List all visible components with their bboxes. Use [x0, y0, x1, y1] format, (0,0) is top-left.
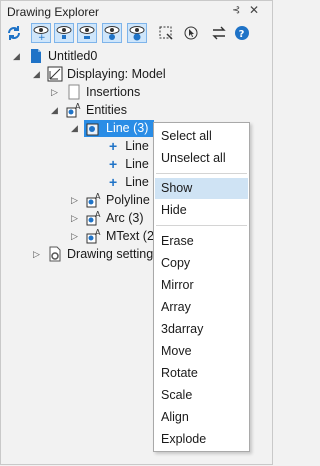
menu-item-explode[interactable]: Explode [155, 429, 248, 450]
collapse-icon[interactable]: ◢ [13, 51, 20, 62]
menu-item-select-all[interactable]: Select all [155, 126, 248, 147]
menu-item-copy[interactable]: Copy [155, 253, 248, 274]
menu-item-mirror[interactable]: Mirror [155, 275, 248, 296]
tree-item-line-group[interactable]: Line (3) [86, 119, 148, 137]
show-line-button[interactable] [77, 23, 97, 43]
plus-icon: + [109, 156, 118, 172]
tree-item-label: Line [125, 157, 149, 171]
menu-separator [156, 173, 247, 174]
tree-item-line[interactable]: + Line [109, 137, 149, 155]
tree-item-mtext[interactable]: A MText (2 [86, 227, 154, 245]
tree-item-label: Entities [86, 103, 127, 117]
collapse-icon[interactable]: ◢ [33, 69, 40, 80]
menu-item-scale[interactable]: Scale [155, 385, 248, 406]
panel-title: Drawing Explorer [7, 5, 100, 19]
pin-icon[interactable]: ⊰ [232, 5, 240, 16]
eye-all-icon [129, 26, 145, 41]
menu-item-show[interactable]: Show [155, 178, 248, 199]
eye-block-icon [104, 26, 120, 40]
line-entity-icon [86, 123, 99, 136]
menu-separator [156, 225, 247, 226]
tree-item-label: Polyline [106, 193, 150, 207]
show-point-button[interactable] [54, 23, 74, 43]
drawing-explorer-panel: Drawing Explorer ⊰ ✕ + ? ◢ Untitled0 ◢ D… [0, 0, 273, 465]
close-icon[interactable]: ✕ [249, 3, 259, 17]
swap-button[interactable] [209, 23, 229, 43]
context-menu: Select all Unselect all Show Hide Erase … [153, 122, 250, 452]
menu-item-unselect-all[interactable]: Unselect all [155, 148, 248, 169]
show-block-button[interactable] [102, 23, 122, 43]
select-window-button[interactable] [156, 23, 176, 43]
show-all-button[interactable] [127, 23, 147, 43]
help-icon: ? [235, 26, 249, 40]
refresh-icon [8, 26, 20, 40]
swap-arrows-icon [212, 26, 226, 40]
tree-item-insertions[interactable]: Insertions [66, 83, 140, 101]
toolbar: + ? [1, 23, 274, 47]
plus-icon: + [109, 138, 118, 154]
menu-item-rotate[interactable]: Rotate [155, 363, 248, 384]
tree-item-label: Displaying: Model [67, 67, 166, 81]
menu-item-array[interactable]: Array [155, 297, 248, 318]
eye-plus-icon: + [33, 26, 49, 41]
polyline-entity-icon: A [86, 192, 101, 208]
tree-item-label: Line [125, 139, 149, 153]
show-add-button[interactable]: + [31, 23, 51, 43]
collapse-icon[interactable]: ◢ [71, 123, 78, 134]
tree-item-arc[interactable]: A Arc (3) [86, 209, 144, 227]
tree-item-displaying[interactable]: Displaying: Model [47, 65, 166, 83]
arc-entity-icon: A [86, 210, 101, 226]
tree-item-label: Arc (3) [106, 211, 144, 225]
mtext-entity-icon: A [86, 228, 101, 244]
cursor-circle-icon [184, 26, 198, 40]
menu-item-move[interactable]: Move [155, 341, 248, 362]
panel-titlebar: Drawing Explorer ⊰ ✕ [1, 1, 274, 23]
refresh-button[interactable] [4, 23, 24, 43]
menu-item-erase[interactable]: Erase [155, 231, 248, 252]
expand-icon[interactable]: ▷ [33, 249, 40, 260]
model-space-icon [47, 66, 63, 82]
tree-item-label: Insertions [86, 85, 141, 99]
settings-document-icon [49, 246, 61, 262]
plus-icon: + [109, 174, 118, 190]
pick-entity-button[interactable] [181, 23, 201, 43]
insertions-icon [68, 84, 80, 100]
tree-item-label: MText (2 [106, 229, 154, 243]
tree-item-drawing-settings[interactable]: Drawing setting [47, 245, 153, 263]
tree-item-label: Drawing setting [67, 247, 154, 261]
expand-icon[interactable]: ▷ [71, 213, 78, 224]
tree-item-drawing[interactable]: Untitled0 [28, 47, 97, 65]
collapse-icon[interactable]: ◢ [51, 105, 58, 116]
eye-line-icon [79, 26, 95, 39]
tree-item-polyline[interactable]: A Polyline [86, 191, 150, 209]
tree-item-label: Untitled0 [48, 49, 98, 63]
select-window-icon [159, 26, 173, 40]
svg-text:A: A [95, 192, 101, 201]
expand-icon[interactable]: ▷ [71, 195, 78, 206]
tree-item-line[interactable]: + Line [109, 155, 149, 173]
expand-icon[interactable]: ▷ [71, 231, 78, 242]
entities-icon: A [66, 102, 81, 118]
svg-text:A: A [95, 228, 101, 237]
menu-item-align[interactable]: Align [155, 407, 248, 428]
svg-text:A: A [75, 102, 81, 111]
svg-text:+: + [38, 33, 46, 41]
tree-item-entities[interactable]: A Entities [66, 101, 127, 119]
menu-item-hide[interactable]: Hide [155, 200, 248, 221]
document-icon [31, 49, 41, 63]
help-button[interactable]: ? [232, 23, 252, 43]
menu-item-3darray[interactable]: 3darray [155, 319, 248, 340]
eye-point-icon [56, 26, 72, 39]
tree-item-line[interactable]: + Line [109, 173, 149, 191]
expand-icon[interactable]: ▷ [51, 87, 58, 98]
svg-text:?: ? [239, 29, 245, 40]
tree-item-label: Line [125, 175, 149, 189]
tree-item-label: Line (3) [106, 121, 149, 135]
svg-text:A: A [95, 210, 101, 219]
